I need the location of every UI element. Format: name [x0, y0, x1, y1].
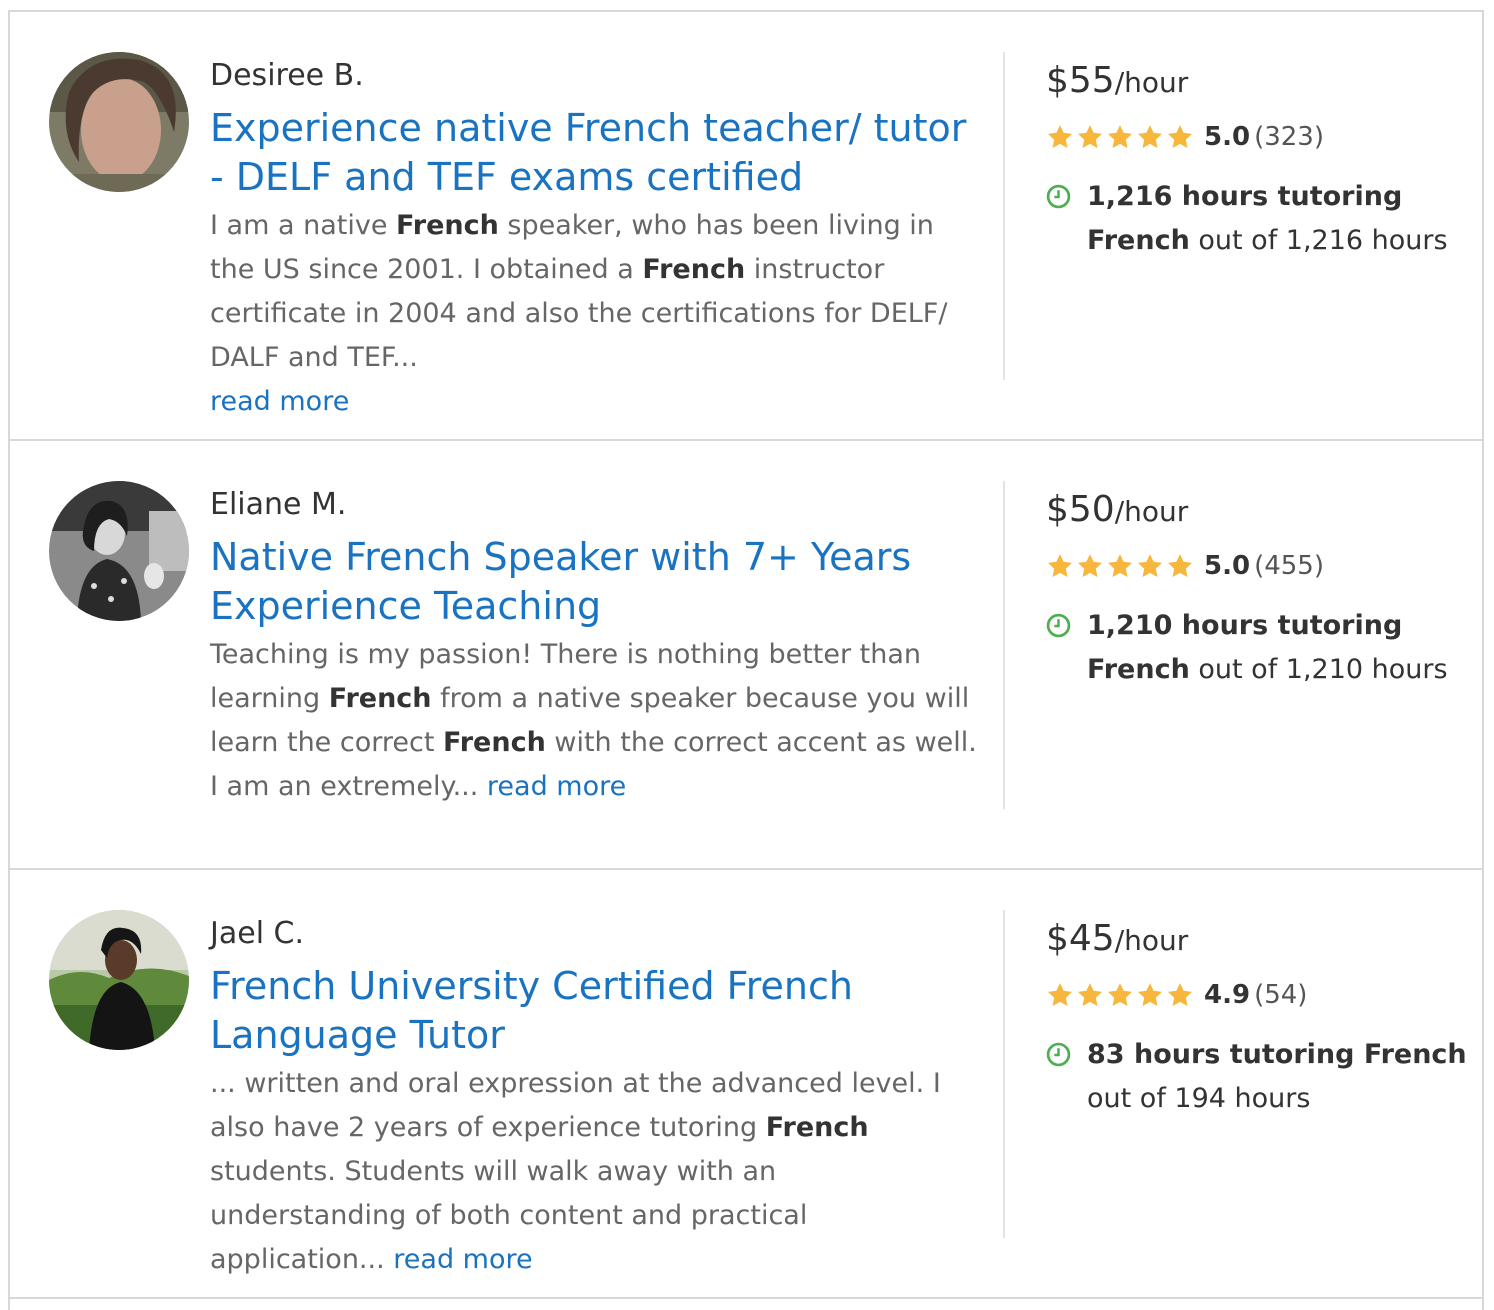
clock-icon	[1046, 1042, 1071, 1067]
rating-score: 4.9	[1204, 980, 1251, 1010]
price-amount: $55	[1046, 60, 1115, 101]
hours-total: out of 1,210 hours	[1189, 654, 1448, 685]
tutor-title-link[interactable]: French University Certified French Langu…	[210, 962, 980, 1060]
star-rating	[1046, 552, 1194, 580]
tutor-bio: I am a native French speaker, who has be…	[210, 204, 980, 424]
rating: 5.0 (455)	[1046, 542, 1476, 590]
tutoring-hours: 1,216 hours tutoring French out of 1,216…	[1046, 175, 1476, 263]
bio-keyword: French	[328, 683, 432, 714]
tutor-card[interactable]: Jael C. French University Certified Fren…	[10, 870, 1482, 1299]
price-unit: /hour	[1114, 66, 1189, 99]
tutor-info: Jael C. French University Certified Fren…	[210, 914, 980, 1282]
star-icon	[1137, 983, 1163, 1006]
tutor-stats: $55/hour 5.0 (323) 1,216 hours tutoring …	[1046, 56, 1476, 263]
star-icon	[1077, 125, 1103, 148]
star-icon	[1047, 554, 1073, 577]
star-icon	[1077, 554, 1103, 577]
divider	[1003, 481, 1005, 809]
review-count: (54)	[1254, 980, 1308, 1010]
tutoring-hours: 1,210 hours tutoring French out of 1,210…	[1046, 604, 1476, 692]
tutor-title-link[interactable]: Experience native French teacher/ tutor …	[210, 104, 980, 202]
hours-total: out of 1,216 hours	[1189, 225, 1448, 256]
bio-keyword: French	[642, 254, 746, 285]
read-more-link[interactable]: read more	[487, 771, 626, 802]
tutor-list: Desiree B. Experience native French teac…	[8, 10, 1484, 1310]
review-count: (323)	[1254, 122, 1324, 152]
price: $50/hour	[1046, 485, 1476, 539]
star-icon	[1137, 125, 1163, 148]
tutoring-hours: 83 hours tutoring French out of 194 hour…	[1046, 1033, 1476, 1121]
bio-keyword: French	[443, 727, 546, 758]
star-icon	[1107, 983, 1133, 1006]
divider	[1003, 52, 1005, 380]
avatar[interactable]	[49, 481, 189, 621]
review-count: (455)	[1254, 551, 1324, 581]
tutor-stats: $45/hour 4.9 (54) 83 hours tutoring Fren…	[1046, 914, 1476, 1121]
hours-total: out of 194 hours	[1087, 1083, 1311, 1114]
tutor-name[interactable]: Eliane M.	[210, 485, 980, 527]
clock-icon	[1046, 184, 1071, 209]
tutor-card[interactable]: Eliane M. Native French Speaker with 7+ …	[10, 441, 1482, 870]
avatar[interactable]	[49, 52, 189, 192]
star-icon	[1047, 983, 1073, 1006]
bio-text: I am a native	[210, 210, 397, 241]
price: $45/hour	[1046, 914, 1476, 968]
star-rating	[1046, 981, 1194, 1009]
star-icon	[1167, 554, 1193, 577]
star-icon	[1167, 125, 1193, 148]
tutor-name[interactable]: Desiree B.	[210, 56, 980, 98]
price-amount: $50	[1046, 489, 1115, 530]
rating-score: 5.0	[1204, 551, 1251, 581]
read-more-link[interactable]: read more	[393, 1244, 532, 1275]
bio-keyword: French	[765, 1112, 869, 1143]
read-more-link[interactable]: read more	[210, 386, 349, 417]
star-rating	[1046, 123, 1194, 151]
divider	[1003, 910, 1005, 1238]
price-amount: $45	[1046, 918, 1115, 959]
star-icon	[1167, 983, 1193, 1006]
tutor-info: Eliane M. Native French Speaker with 7+ …	[210, 485, 980, 809]
bio-keyword: French	[396, 210, 499, 241]
star-icon	[1077, 983, 1103, 1006]
price-unit: /hour	[1114, 495, 1189, 528]
price: $55/hour	[1046, 56, 1476, 110]
tutor-card[interactable]: Desiree B. Experience native French teac…	[10, 12, 1482, 441]
tutor-bio: ... written and oral expression at the a…	[210, 1062, 980, 1282]
tutor-name[interactable]: Jael C.	[210, 914, 980, 956]
avatar[interactable]	[49, 910, 189, 1050]
tutor-title-link[interactable]: Native French Speaker with 7+ Years Expe…	[210, 533, 980, 631]
price-unit: /hour	[1114, 924, 1189, 957]
star-icon	[1107, 554, 1133, 577]
clock-icon	[1046, 613, 1071, 638]
star-icon	[1047, 125, 1073, 148]
tutor-bio: Teaching is my passion! There is nothing…	[210, 633, 980, 809]
star-icon	[1137, 554, 1163, 577]
hours-tutoring: 83 hours tutoring French	[1087, 1039, 1467, 1070]
star-icon	[1107, 125, 1133, 148]
rating: 5.0 (323)	[1046, 113, 1476, 161]
tutor-stats: $50/hour 5.0 (455) 1,210 hours tutoring …	[1046, 485, 1476, 692]
rating-score: 5.0	[1204, 122, 1251, 152]
rating: 4.9 (54)	[1046, 971, 1476, 1019]
tutor-info: Desiree B. Experience native French teac…	[210, 56, 980, 424]
